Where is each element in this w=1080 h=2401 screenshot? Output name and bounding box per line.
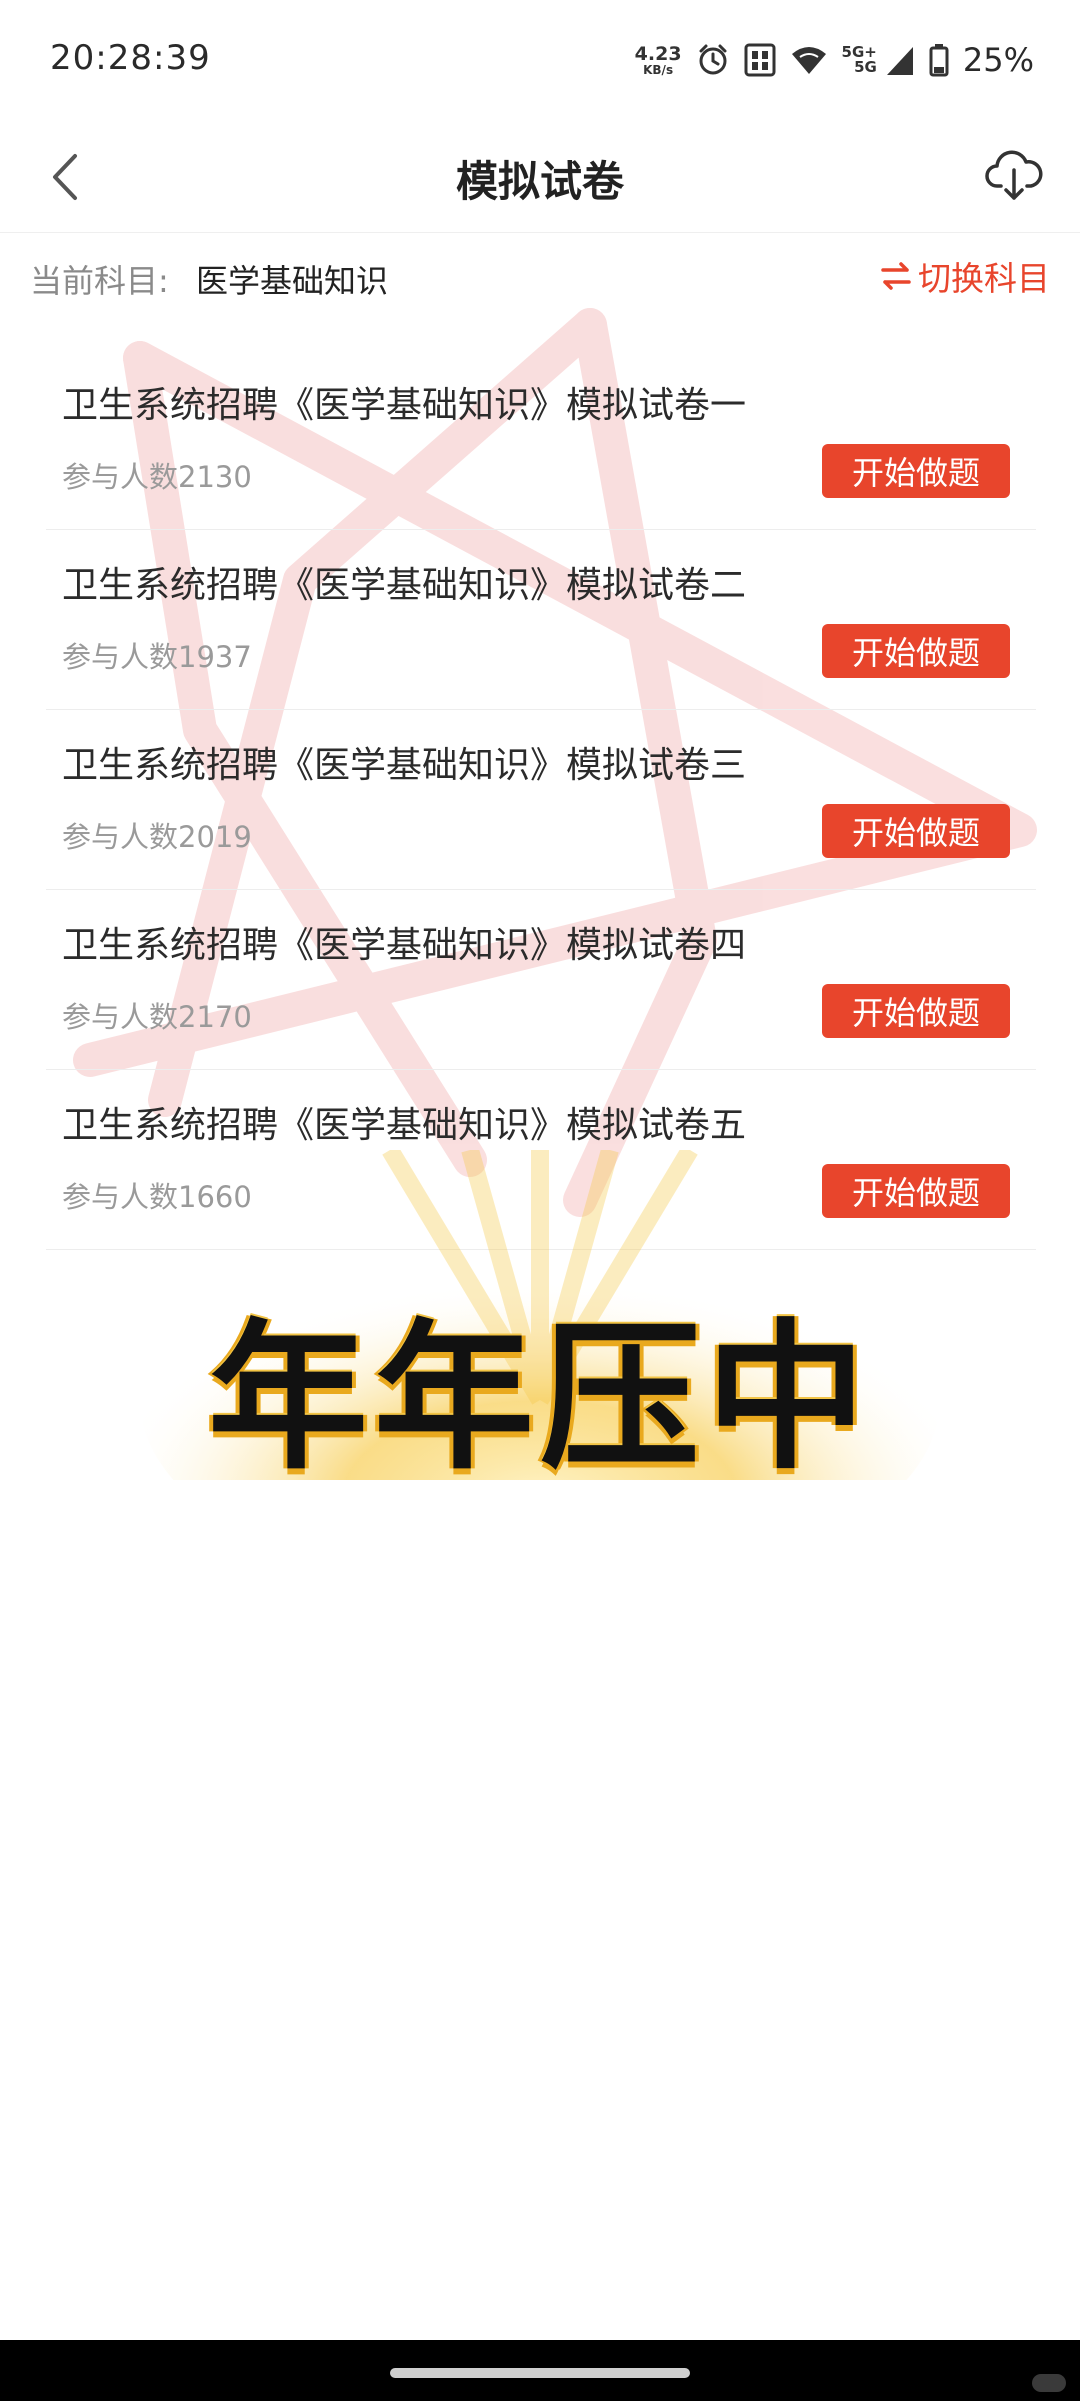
paper-item[interactable]: 卫生系统招聘《医学基础知识》模拟试卷一 参与人数2130 开始做题 xyxy=(46,350,1036,530)
page-title: 模拟试卷 xyxy=(455,157,624,206)
paper-participants: 参与人数2130 xyxy=(62,460,252,494)
switch-subject-button[interactable]: 切换科目 xyxy=(880,252,1050,300)
battery-percent: 25% xyxy=(962,41,1034,79)
download-button[interactable] xyxy=(978,140,1050,212)
wifi-icon xyxy=(790,44,828,76)
battery-icon xyxy=(929,43,949,77)
paper-list: 卫生系统招聘《医学基础知识》模拟试卷一 参与人数2130 开始做题 卫生系统招聘… xyxy=(46,350,1036,1250)
status-time: 20:28:39 xyxy=(50,38,211,78)
swap-arrows-icon xyxy=(880,261,912,291)
paper-participants: 参与人数2170 xyxy=(62,1000,252,1034)
corner-badge xyxy=(1032,2374,1066,2392)
paper-title: 卫生系统招聘《医学基础知识》模拟试卷三 xyxy=(62,745,747,786)
alarm-icon xyxy=(696,43,730,77)
start-button[interactable]: 开始做题 xyxy=(822,624,1010,678)
status-bar: 20:28:39 4.23 KB/s 5G+ 5G 25% xyxy=(0,0,1080,120)
net-speed-value: 4.23 xyxy=(634,42,682,65)
start-button[interactable]: 开始做题 xyxy=(822,804,1010,858)
network-bottom: 5G xyxy=(854,58,877,76)
subject-value: 医学基础知识 xyxy=(196,262,389,300)
home-gesture-bar[interactable] xyxy=(390,2368,690,2378)
net-speed: 4.23 KB/s xyxy=(634,42,682,77)
system-nav-bar xyxy=(0,2340,1080,2401)
status-icons: 4.23 KB/s 5G+ 5G 25% xyxy=(635,36,1034,84)
subject-bar: 当前科目: 医学基础知识 切换科目 xyxy=(0,244,1080,310)
paper-title: 卫生系统招聘《医学基础知识》模拟试卷四 xyxy=(62,925,747,966)
nfc-sim-icon xyxy=(744,43,776,77)
paper-title: 卫生系统招聘《医学基础知识》模拟试卷五 xyxy=(62,1105,747,1146)
net-speed-unit: KB/s xyxy=(643,62,674,77)
paper-title: 卫生系统招聘《医学基础知识》模拟试卷二 xyxy=(62,565,747,606)
paper-item[interactable]: 卫生系统招聘《医学基础知识》模拟试卷三 参与人数2019 开始做题 xyxy=(46,710,1036,890)
start-button[interactable]: 开始做题 xyxy=(822,444,1010,498)
paper-participants: 参与人数2019 xyxy=(62,820,252,854)
paper-title: 卫生系统招聘《医学基础知识》模拟试卷一 xyxy=(62,385,747,426)
promo-text: 年年压中 xyxy=(207,1304,872,1491)
promo-banner: 年年压中 xyxy=(140,1150,940,1491)
paper-participants: 参与人数1937 xyxy=(62,640,252,674)
header: 模拟试卷 xyxy=(0,120,1080,233)
switch-subject-label: 切换科目 xyxy=(918,259,1050,298)
paper-item[interactable]: 卫生系统招聘《医学基础知识》模拟试卷四 参与人数2170 开始做题 xyxy=(46,890,1036,1070)
subject-label: 当前科目: xyxy=(30,262,169,300)
signal-icon xyxy=(885,43,915,77)
app-screen: 20:28:39 4.23 KB/s 5G+ 5G 25% 模拟试卷 当前科目:… xyxy=(0,0,1080,2401)
cloud-download-icon xyxy=(985,150,1043,202)
start-button[interactable]: 开始做题 xyxy=(822,984,1010,1038)
paper-item[interactable]: 卫生系统招聘《医学基础知识》模拟试卷二 参与人数1937 开始做题 xyxy=(46,530,1036,710)
network-type: 5G+ 5G xyxy=(842,45,877,75)
